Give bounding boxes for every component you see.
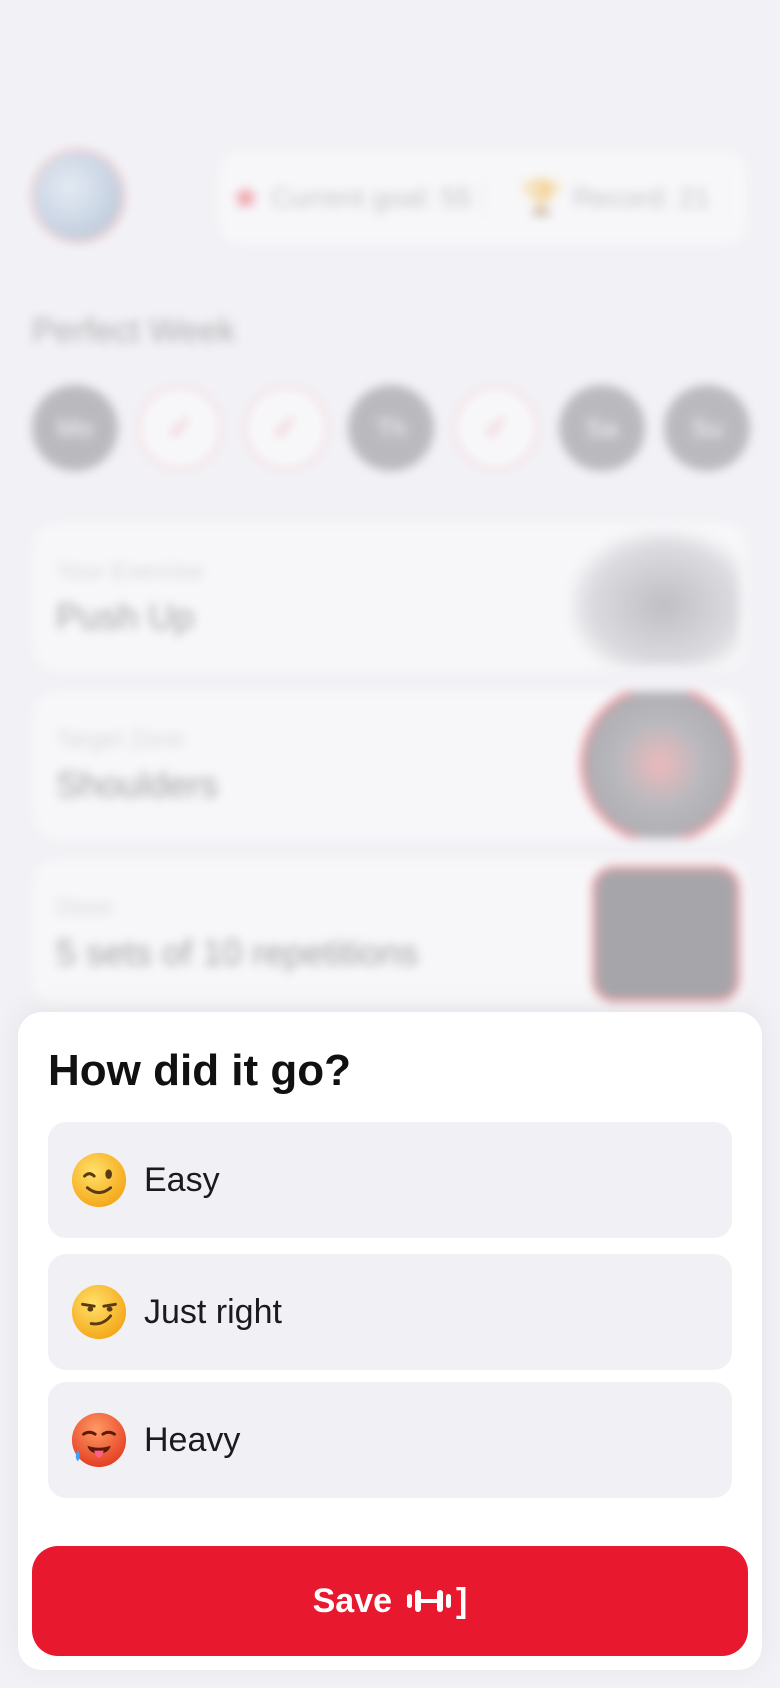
record-stat: 🏆 Record: 21 [482,178,746,218]
option-heavy-label: Heavy [144,1420,241,1459]
dose-label: Dose [56,894,113,921]
day-3: ✓ [242,385,329,471]
option-easy-label: Easy [144,1160,220,1199]
day-7: Su [663,385,750,471]
sheet-title: How did it go? [48,1046,352,1095]
target-zone-label: Target Zone [56,726,185,753]
day-6: Sa [558,385,645,471]
week-row: Mo ✓ ✓ Th ✓ Sa Su [32,385,750,471]
winking-face-icon [70,1151,128,1209]
avatar [30,148,126,244]
dose-value: 5 sets of 10 repetitions [56,932,419,973]
current-goal-stat: ★ Current goal: 55 [220,178,482,218]
exercise-value: Push Up [56,596,195,637]
target-zone-image [580,692,740,838]
exercise-card: Your Exercise Push Up [34,524,746,670]
current-goal-label: Current goal: 55 [270,182,472,213]
save-button[interactable]: Save ] [32,1546,748,1656]
save-suffix: ] [456,1581,468,1620]
day-5: ✓ [453,385,540,471]
hot-face-icon [70,1411,128,1469]
day-4: Th [347,385,434,471]
dumbbell-icon [407,1590,452,1612]
option-easy[interactable]: Easy [48,1122,732,1238]
star-icon: ★ [230,179,261,217]
exercise-label: Your Exercise [56,558,204,585]
feedback-sheet: How did it go? Easy Just right Heavy Sav… [18,1012,762,1670]
option-just-right-label: Just right [144,1292,282,1331]
save-icon-group: ] [406,1582,467,1621]
dose-image [592,866,740,1002]
stats-card: ★ Current goal: 55 🏆 Record: 21 [220,152,746,244]
trophy-icon: 🏆 [520,179,563,217]
target-zone-card: Target Zone Shoulders [34,692,746,838]
save-button-label: Save [312,1581,393,1620]
day-1: Mo [32,385,118,471]
record-label: Record: 21 [572,182,710,213]
smirking-face-icon [70,1283,128,1341]
day-2: ✓ [137,385,224,471]
week-title: Perfect Week [32,312,236,350]
dose-card: Dose 5 sets of 10 repetitions [34,860,746,1006]
target-zone-value: Shoulders [56,764,219,805]
option-heavy[interactable]: Heavy [48,1382,732,1498]
exercise-image [570,530,740,666]
option-just-right[interactable]: Just right [48,1254,732,1370]
